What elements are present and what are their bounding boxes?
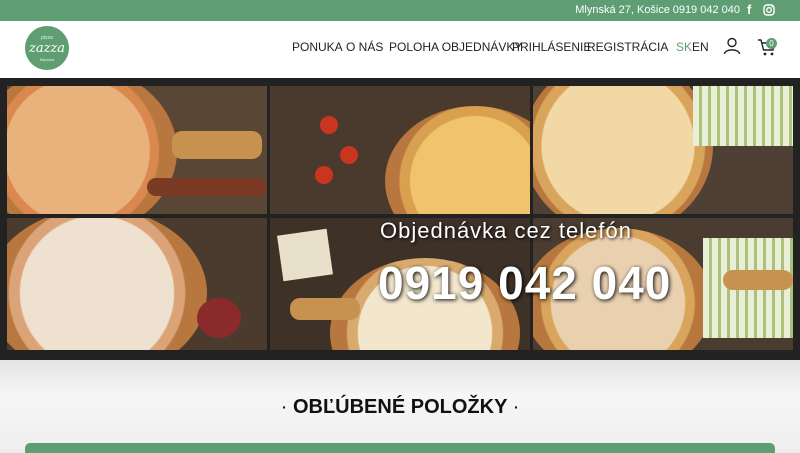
facebook-icon[interactable]: f [747, 3, 759, 17]
section-title: · OBĽÚBENÉ POLOŽKY · [0, 396, 800, 419]
nav-item-registracia[interactable]: REGISTRÁCIA [587, 40, 668, 54]
hero-phone[interactable]: 0919 042 040 [378, 256, 671, 310]
top-bar: Mlynská 27, Košice 0919 042 040 f [0, 0, 800, 21]
logo-line-2: zazza [28, 41, 66, 56]
cart-count-badge: 0 [766, 38, 777, 49]
category-bar [25, 443, 775, 453]
hero-banner: Objednávka cez telefón 0919 042 040 [0, 78, 800, 360]
instagram-icon[interactable] [763, 4, 775, 16]
main-header: pizza zazza Mlynská PONUKA O NÁS POLOHA … [0, 21, 800, 78]
nav-item-o-nas[interactable]: O NÁS [346, 40, 383, 54]
nav-item-prihlasenie[interactable]: PRIHLÁSENIE [512, 40, 591, 54]
section-title-text: OBĽÚBENÉ POLOŽKY [292, 396, 508, 418]
address-text: Mlynská 27, Košice [575, 4, 670, 16]
logo-line-3: Mlynská [39, 57, 55, 62]
hero-photo-2 [270, 86, 530, 214]
lang-en[interactable]: EN [692, 40, 709, 54]
title-dot-left: · [280, 396, 288, 418]
hero-photo-3 [533, 86, 793, 214]
lang-sk[interactable]: SK [676, 40, 692, 54]
logo[interactable]: pizza zazza Mlynská [25, 26, 69, 70]
user-icon[interactable] [723, 37, 741, 55]
hero-photo-1 [7, 86, 267, 214]
hero-photo-4 [7, 218, 267, 350]
nav-item-ponuka[interactable]: PONUKA [292, 40, 343, 54]
phone-text[interactable]: 0919 042 040 [673, 4, 740, 16]
nav-item-poloha-objednavky[interactable]: POLOHA OBJEDNÁVKY [389, 40, 522, 54]
title-dot-right: · [512, 396, 520, 418]
hero-tagline: Objednávka cez telefón [380, 218, 632, 243]
